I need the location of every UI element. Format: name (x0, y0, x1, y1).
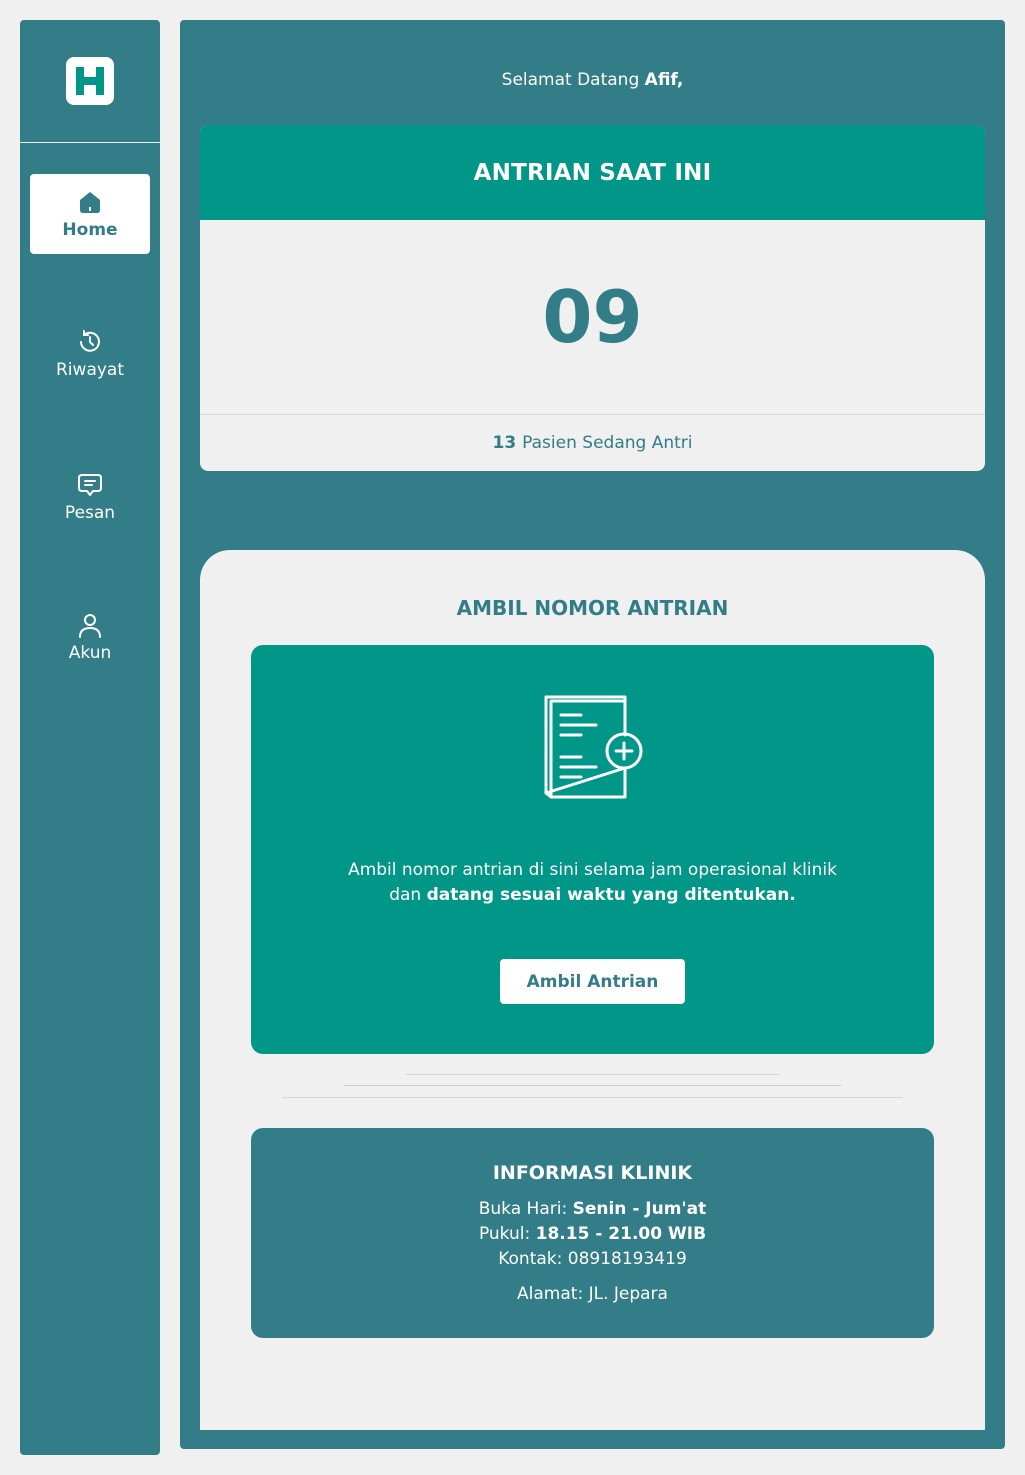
take-queue-card: Ambil nomor antrian di sini selama jam o… (251, 645, 934, 1054)
waiting-count: 13 (492, 433, 517, 453)
divider (406, 1074, 779, 1075)
sidebar-item-pesan[interactable]: Pesan (30, 457, 150, 537)
take-queue-panel: AMBIL NOMOR ANTRIAN Ambil nomor antrian … (200, 550, 985, 1430)
sidebar-item-akun[interactable]: Akun (30, 597, 150, 677)
address-label: Alamat: (517, 1284, 584, 1304)
sidebar-item-label: Home (62, 220, 118, 240)
desc-line-1: Ambil nomor antrian di sini selama jam o… (348, 860, 837, 880)
take-queue-button[interactable]: Ambil Antrian (500, 959, 685, 1004)
days-label: Buka Hari: (478, 1199, 568, 1219)
sidebar-item-home[interactable]: Home (30, 174, 150, 254)
queue-waiting-info: 13 Pasien Sedang Antri (200, 415, 985, 471)
user-icon (76, 611, 104, 639)
desc-line-2-bold: datang sesuai waktu yang ditentukan. (426, 885, 796, 905)
days-value: Senin - Jum'at (572, 1199, 707, 1219)
desc-line-2-prefix: dan (389, 885, 422, 905)
waiting-label: Pasien Sedang Antri (522, 433, 693, 453)
sidebar-item-label: Akun (68, 643, 112, 663)
clinic-info-card: INFORMASI KLINIK Buka Hari: Senin - Jum'… (251, 1128, 934, 1338)
divider (344, 1085, 841, 1086)
clinic-contact: Kontak: 08918193419 (251, 1249, 934, 1269)
clinic-address: Alamat: JL. Jepara (251, 1284, 934, 1304)
current-queue-card: ANTRIAN SAAT INI 09 13 Pasien Sedang Ant… (200, 125, 985, 471)
hours-label: Pukul: (478, 1224, 531, 1244)
contact-label: Kontak: (498, 1249, 563, 1269)
current-queue-number: 09 (200, 220, 985, 415)
document-add-icon (541, 693, 647, 805)
message-icon (76, 471, 104, 499)
hours-value: 18.15 - 21.00 WIB (535, 1224, 707, 1244)
main-content: Selamat Datang Afif, ANTRIAN SAAT INI 09… (180, 20, 1005, 1449)
logo-container (20, 20, 160, 143)
contact-value: 08918193419 (567, 1249, 687, 1269)
welcome-message: Selamat Datang Afif, (180, 70, 1005, 90)
clinic-hours: Pukul: 18.15 - 21.00 WIB (251, 1224, 934, 1244)
history-icon (76, 328, 104, 356)
hospital-logo-icon[interactable] (66, 57, 114, 105)
take-queue-description: Ambil nomor antrian di sini selama jam o… (291, 858, 894, 908)
divider (282, 1097, 903, 1098)
welcome-prefix: Selamat Datang (501, 70, 640, 90)
sidebar-item-riwayat[interactable]: Riwayat (30, 314, 150, 394)
clinic-info-title: INFORMASI KLINIK (492, 1162, 693, 1184)
clinic-open-days: Buka Hari: Senin - Jum'at (251, 1199, 934, 1219)
address-value: JL. Jepara (588, 1284, 668, 1304)
home-icon (76, 188, 104, 216)
queue-title: ANTRIAN SAAT INI (200, 125, 985, 220)
take-queue-title: AMBIL NOMOR ANTRIAN (456, 596, 729, 620)
user-name: Afif, (644, 70, 684, 90)
sidebar: Home Riwayat Pesan Akun (20, 20, 160, 1455)
sidebar-item-label: Riwayat (56, 360, 124, 380)
sidebar-item-label: Pesan (64, 503, 116, 523)
